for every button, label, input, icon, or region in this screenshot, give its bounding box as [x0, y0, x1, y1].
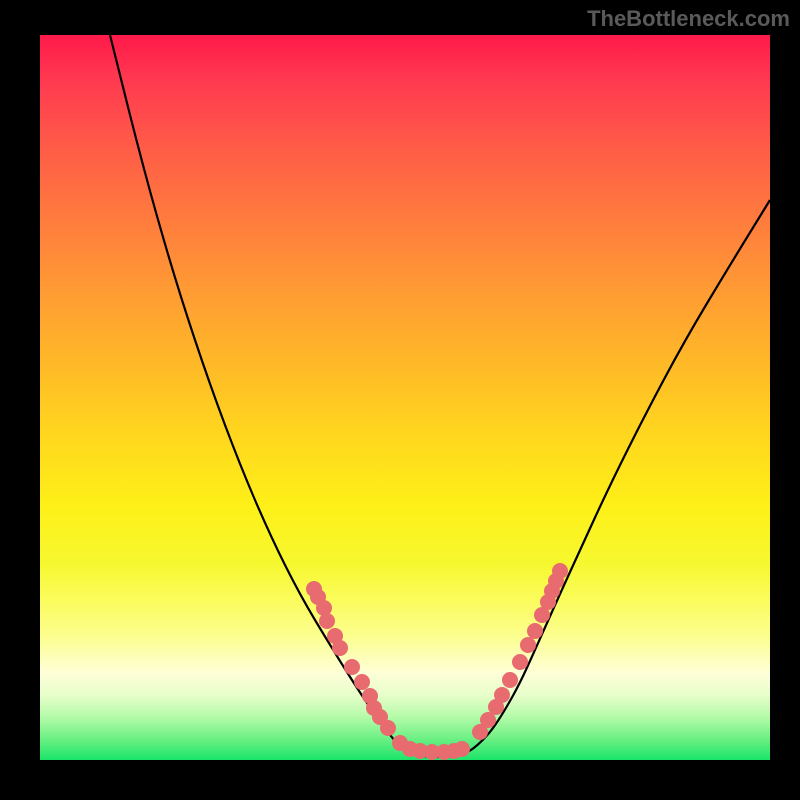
chart-plot-area: [40, 35, 770, 760]
scatter-dot: [512, 654, 528, 670]
scatter-dot: [354, 674, 370, 690]
scatter-dot: [520, 637, 536, 653]
scatter-dot: [380, 720, 396, 736]
chart-svg: [40, 35, 770, 760]
scatter-dot: [494, 687, 510, 703]
scatter-dot: [454, 741, 470, 757]
v-curve: [110, 35, 770, 757]
watermark-text: TheBottleneck.com: [587, 6, 790, 32]
scatter-dot: [552, 563, 568, 579]
scatter-dot: [527, 623, 543, 639]
scatter-dot: [332, 640, 348, 656]
scatter-dot: [319, 613, 335, 629]
scatter-dot: [344, 659, 360, 675]
scatter-dot: [502, 672, 518, 688]
